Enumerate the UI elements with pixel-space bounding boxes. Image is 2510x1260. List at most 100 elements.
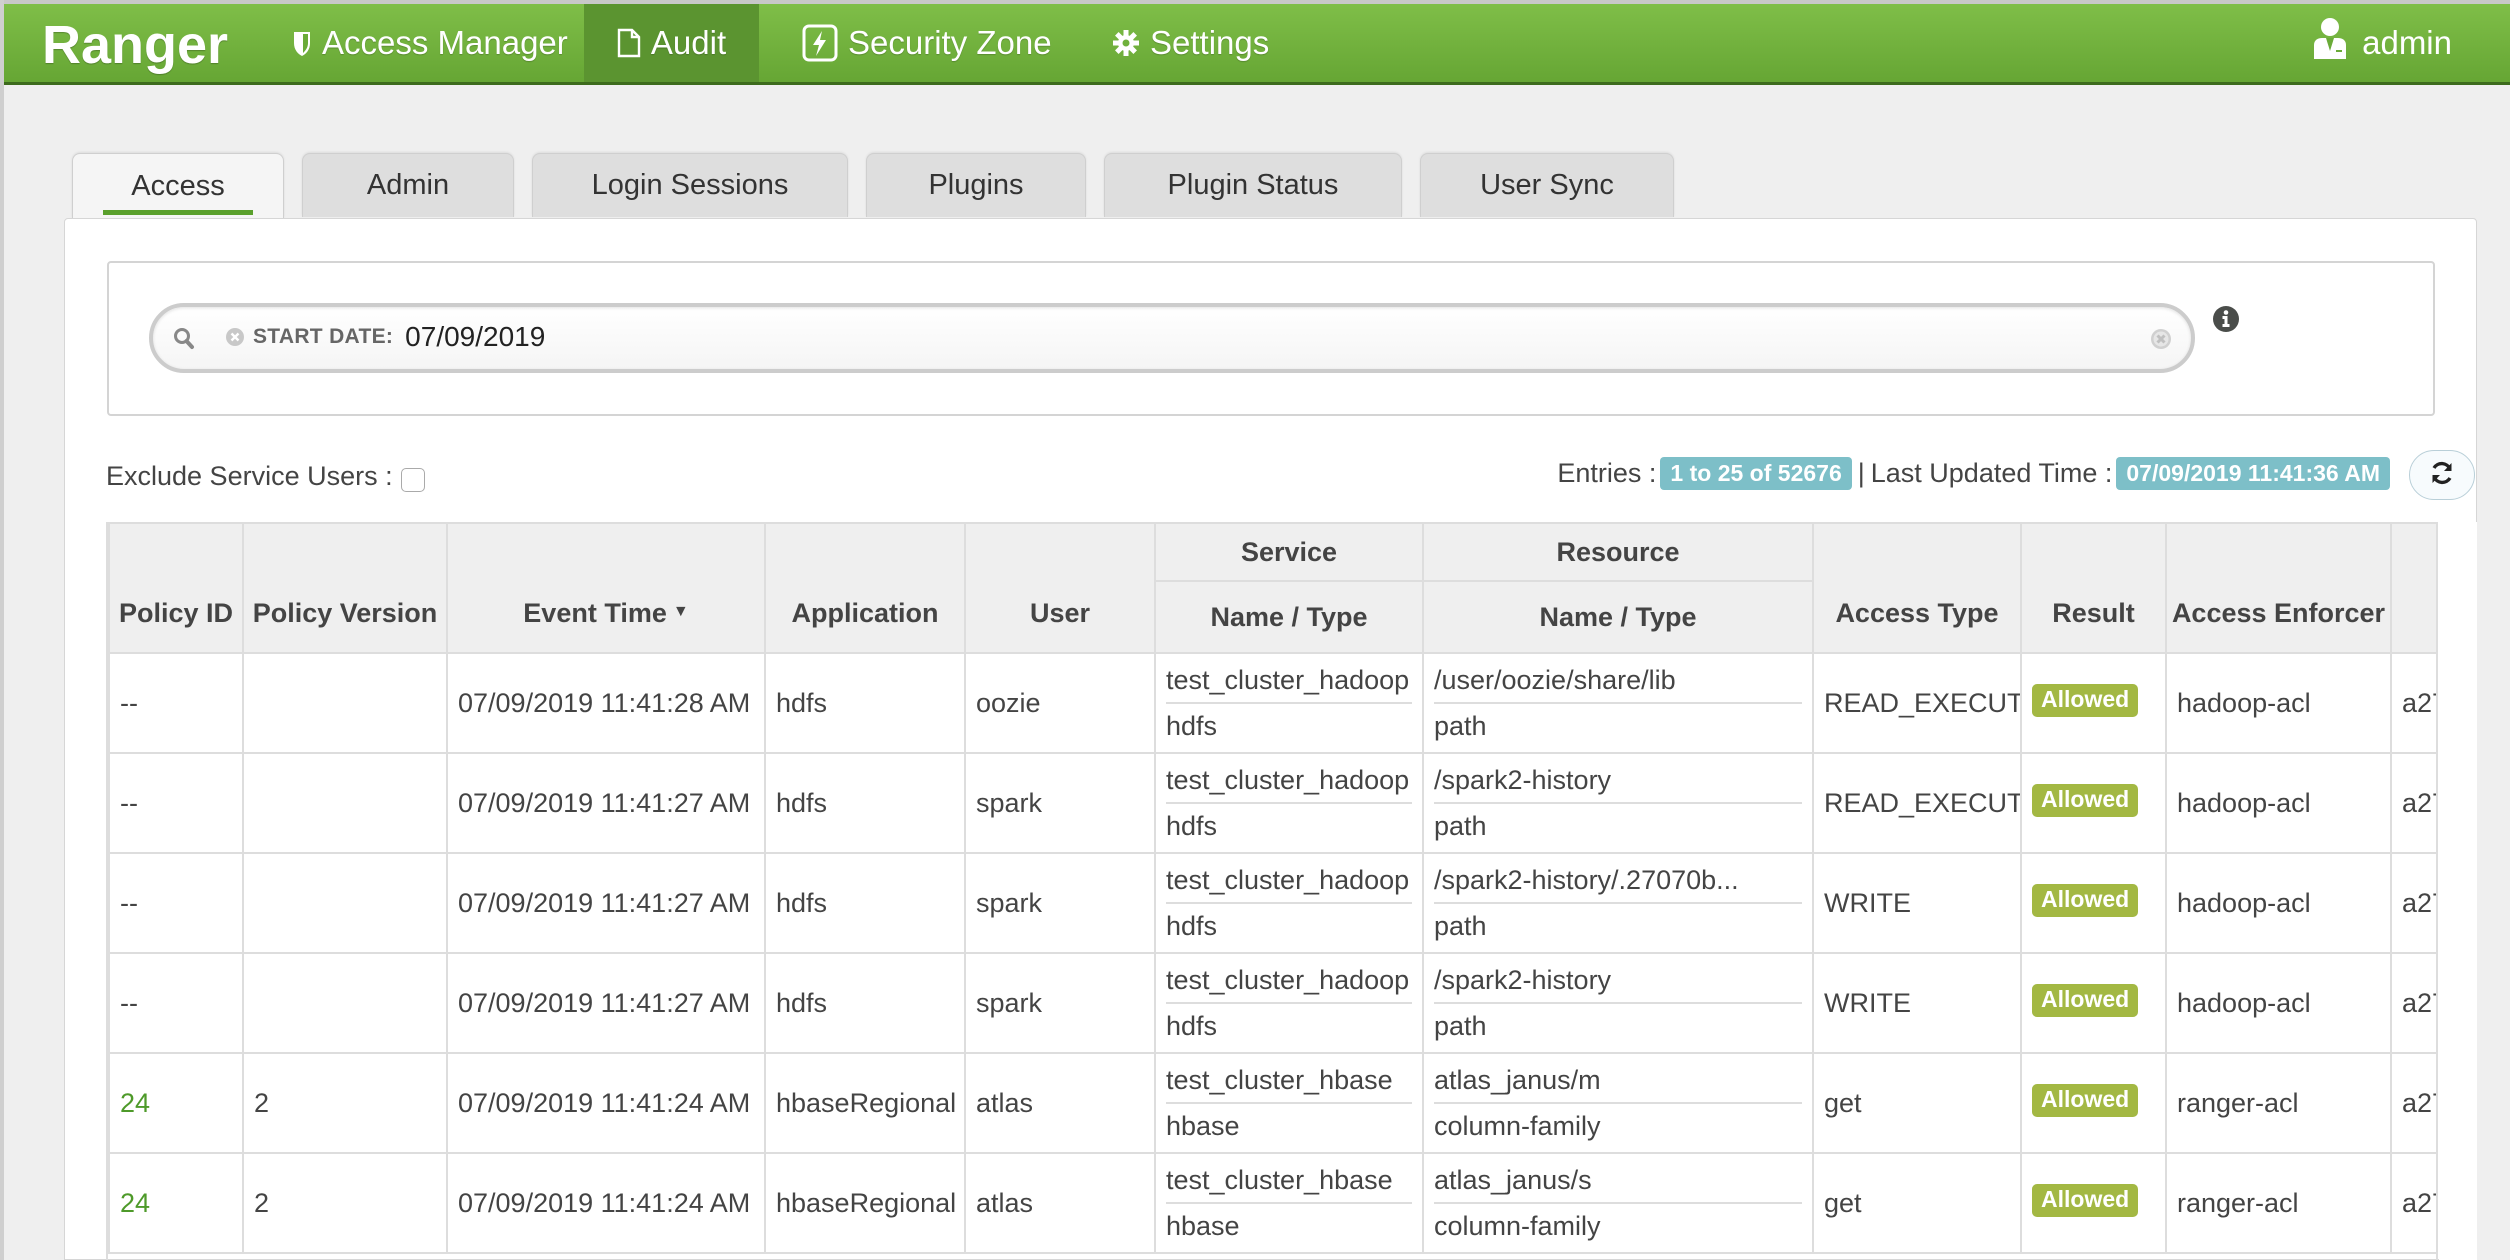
cell-event-time: 07/09/2019 11:41:27 AM xyxy=(446,952,766,1054)
policy-version: 2 xyxy=(254,1087,270,1118)
cell-user: spark xyxy=(964,752,1156,854)
cell-policy-version: 2 xyxy=(242,1052,448,1154)
table-row[interactable]: 24 2 07/09/2019 11:41:24 AM hbaseRegiona… xyxy=(108,1052,2436,1154)
extra-value: a27 xyxy=(2402,1087,2436,1118)
resource-type: path xyxy=(1434,811,1487,841)
resource-type: column-family xyxy=(1434,1111,1601,1141)
cell-event-time: 07/09/2019 11:41:24 AM xyxy=(446,1152,766,1254)
application: hdfs xyxy=(776,987,828,1018)
facet-remove-icon[interactable] xyxy=(225,327,245,347)
result-badge: Allowed xyxy=(2032,1183,2139,1217)
cell-service: test_cluster_hbase hbase xyxy=(1154,1052,1424,1154)
tab-user-sync[interactable]: User Sync xyxy=(1420,153,1674,217)
cell-resource: /user/oozie/share/lib path xyxy=(1422,652,1814,754)
policy-id-link[interactable]: 24 xyxy=(120,1088,150,1118)
tab-plugin-status[interactable]: Plugin Status xyxy=(1104,153,1402,217)
resource-name: atlas_janus/s xyxy=(1434,1164,1802,1204)
user: spark xyxy=(976,987,1043,1018)
cell-policy-id: -- xyxy=(108,752,244,854)
cell-extra: a27 xyxy=(2390,1052,2436,1154)
service-type: hdfs xyxy=(1166,811,1218,841)
cell-event-time: 07/09/2019 11:41:28 AM xyxy=(446,652,766,754)
service-name: test_cluster_hadoop xyxy=(1166,664,1412,704)
service-name: test_cluster_hadoop xyxy=(1166,764,1412,804)
brand-logo[interactable]: Ranger xyxy=(42,14,228,76)
header-result[interactable]: Result xyxy=(2020,522,2167,654)
cell-access-enforcer: ranger-acl xyxy=(2165,1152,2392,1254)
cell-result: Allowed xyxy=(2020,852,2167,954)
resource-name: /spark2-history xyxy=(1434,764,1802,804)
user-icon xyxy=(2312,17,2348,69)
cell-service: test_cluster_hadoop hdfs xyxy=(1154,852,1424,954)
lightning-icon xyxy=(802,24,838,62)
header-policy-version[interactable]: Policy Version xyxy=(242,522,448,654)
search-facet-start-date[interactable]: START DATE: 07/09/2019 xyxy=(225,321,545,353)
tab-admin[interactable]: Admin xyxy=(302,153,514,217)
service-type: hbase xyxy=(1166,1211,1240,1241)
active-tab-indicator xyxy=(103,210,253,215)
header-resource-name-type: Name / Type xyxy=(1422,580,1814,654)
application: hbaseRegional xyxy=(776,1087,957,1118)
access-enforcer: hadoop-acl xyxy=(2177,887,2311,918)
cell-access-type: get xyxy=(1812,1052,2022,1154)
resource-name: atlas_janus/m xyxy=(1434,1064,1802,1104)
cell-access-type: get xyxy=(1812,1152,2022,1254)
tab-label: Plugin Status xyxy=(1167,169,1339,201)
tab-label: Login Sessions xyxy=(591,169,789,201)
header-event-time[interactable]: Event Time ▼ xyxy=(446,522,766,654)
event-time: 07/09/2019 11:41:27 AM xyxy=(458,987,751,1018)
nav-security-zone[interactable]: Security Zone xyxy=(784,4,1070,82)
resource-type: path xyxy=(1434,1011,1487,1041)
application: hbaseRegional xyxy=(776,1187,957,1218)
policy-id: -- xyxy=(120,787,138,818)
policy-id: -- xyxy=(120,687,138,718)
access-enforcer: ranger-acl xyxy=(2177,1187,2299,1218)
cell-policy-version xyxy=(242,852,448,954)
access-type: READ_EXECUTE xyxy=(1824,687,2021,718)
tab-access[interactable]: Access xyxy=(72,153,284,219)
entries-label: Entries : xyxy=(1557,458,1657,488)
refresh-button[interactable] xyxy=(2409,450,2475,500)
header-user[interactable]: User xyxy=(964,522,1156,654)
table-scroll-gutter xyxy=(2439,522,2477,1260)
header-access-enforcer[interactable]: Access Enforcer xyxy=(2165,522,2392,654)
cell-service: test_cluster_hadoop hdfs xyxy=(1154,952,1424,1054)
cell-service: test_cluster_hadoop hdfs xyxy=(1154,652,1424,754)
access-enforcer: hadoop-acl xyxy=(2177,687,2311,718)
table-row[interactable]: -- 07/09/2019 11:41:28 AM hdfs oozie tes… xyxy=(108,652,2436,754)
policy-id-link[interactable]: 24 xyxy=(120,1188,150,1218)
exclude-service-users-checkbox[interactable] xyxy=(400,467,425,492)
facet-value[interactable]: 07/09/2019 xyxy=(405,321,545,353)
nav-audit[interactable]: Audit xyxy=(584,4,759,82)
cell-application: hdfs xyxy=(764,952,966,1054)
service-name: test_cluster_hbase xyxy=(1166,1064,1412,1104)
cell-access-enforcer: ranger-acl xyxy=(2165,1052,2392,1154)
cell-policy-version xyxy=(242,952,448,1054)
tab-plugins[interactable]: Plugins xyxy=(866,153,1086,217)
user-menu[interactable]: admin xyxy=(2312,4,2452,82)
result-badge: Allowed xyxy=(2032,883,2139,917)
header-application[interactable]: Application xyxy=(764,522,966,654)
access-type: WRITE xyxy=(1824,987,1911,1018)
table-row[interactable]: 24 2 07/09/2019 11:41:24 AM hbaseRegiona… xyxy=(108,1152,2436,1254)
header-policy-id[interactable]: Policy ID xyxy=(108,522,244,654)
cell-event-time: 07/09/2019 11:41:27 AM xyxy=(446,852,766,954)
nav-settings[interactable]: Settings xyxy=(1094,4,1287,82)
user: spark xyxy=(976,887,1043,918)
tab-login-sessions[interactable]: Login Sessions xyxy=(532,153,848,217)
info-icon[interactable] xyxy=(2212,305,2240,338)
service-type: hbase xyxy=(1166,1111,1240,1141)
table-row[interactable]: -- 07/09/2019 11:41:27 AM hdfs spark tes… xyxy=(108,752,2436,854)
header-access-type[interactable]: Access Type xyxy=(1812,522,2022,654)
service-name: test_cluster_hadoop xyxy=(1166,864,1412,904)
visual-search-input[interactable]: START DATE: 07/09/2019 xyxy=(149,303,2195,373)
table-row[interactable]: -- 07/09/2019 11:41:27 AM hdfs spark tes… xyxy=(108,952,2436,1054)
cell-resource: atlas_janus/m column-family xyxy=(1422,1052,1814,1154)
nav-access-manager[interactable]: Access Manager xyxy=(274,4,586,82)
table-row[interactable]: -- 07/09/2019 11:41:27 AM hdfs spark tes… xyxy=(108,852,2436,954)
cell-policy-version xyxy=(242,652,448,754)
clear-search-icon[interactable] xyxy=(2149,327,2173,356)
nav-label: Audit xyxy=(650,24,727,61)
cell-access-type: READ_EXECUTE xyxy=(1812,652,2022,754)
event-time: 07/09/2019 11:41:27 AM xyxy=(458,887,751,918)
